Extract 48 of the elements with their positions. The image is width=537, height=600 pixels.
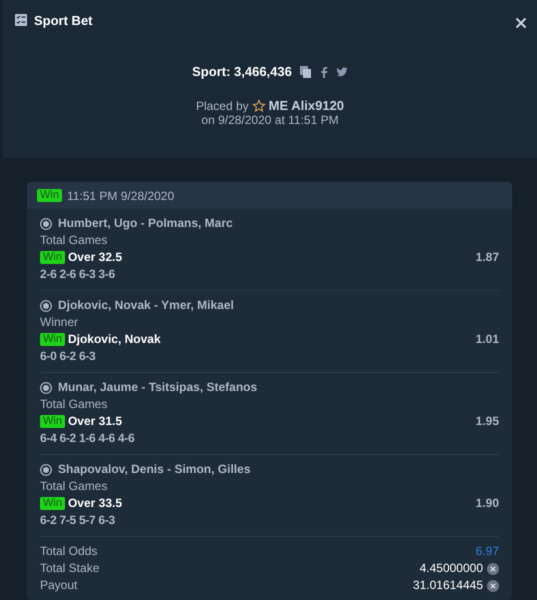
tennis-ball-icon (40, 218, 52, 230)
twitter-icon[interactable] (336, 66, 348, 78)
close-icon[interactable] (515, 17, 527, 29)
market-name: Total Games (40, 478, 108, 495)
event-name: Humbert, Ugo - Polmans, Marc (58, 215, 233, 232)
market-name: Total Games (40, 396, 108, 413)
pick-name: Over 32.5 (68, 249, 122, 266)
amount-value: 4.45000000 (420, 560, 483, 577)
star-icon (252, 99, 266, 113)
odds-value: 1.90 (476, 495, 499, 512)
status-badge: Win (40, 333, 65, 346)
copy-icon[interactable] (300, 66, 312, 78)
event-name: Djokovic, Novak - Ymer, Mikael (58, 297, 234, 314)
match-score: 6-0 6-2 6-3 (40, 348, 96, 365)
coin-icon (487, 580, 499, 592)
total-label: Total Odds (40, 543, 98, 560)
pick-name: Over 31.5 (68, 413, 122, 430)
match-score: 6-4 6-2 1-6 4-6 4-6 (40, 430, 136, 447)
username[interactable]: ME Alix9120 (268, 99, 344, 113)
window-title: Sport Bet (34, 12, 92, 28)
tennis-ball-icon (40, 464, 52, 476)
odds-value: 1.95 (476, 413, 499, 430)
checklist-icon (15, 14, 27, 26)
tennis-ball-icon (40, 382, 52, 394)
placed-date: on 9/28/2020 at 11:51 PM (201, 113, 339, 127)
bet-id: Sport: 3,466,436 (192, 64, 292, 79)
tennis-ball-icon (40, 300, 52, 312)
market-name: Winner (40, 314, 80, 331)
total-odds-value: 6.97 (476, 543, 499, 560)
placed-by-label: Placed by (196, 99, 249, 113)
slip-time: 11:51 PM 9/28/2020 (66, 188, 174, 202)
market-name: Total Games (40, 232, 108, 249)
pick-name: Over 33.5 (68, 495, 122, 512)
status-badge: Win (37, 189, 62, 202)
status-badge: Win (40, 415, 65, 428)
match-score: 2-6 2-6 6-3 3-6 (40, 266, 116, 283)
status-badge: Win (40, 251, 65, 264)
odds-value: 1.87 (476, 249, 499, 266)
status-badge: Win (40, 497, 65, 510)
total-label: Payout (40, 577, 78, 594)
event-name: Shapovalov, Denis - Simon, Gilles (58, 461, 250, 478)
pick-name: Djokovic, Novak (68, 331, 161, 348)
odds-value: 1.01 (476, 331, 499, 348)
match-score: 6-2 7-5 5-7 6-3 (40, 512, 116, 529)
event-name: Munar, Jaume - Tsitsipas, Stefanos (58, 379, 258, 396)
amount-value: 31.01614445 (412, 577, 483, 594)
coin-icon (487, 562, 499, 574)
total-label: Total Stake (40, 560, 100, 577)
